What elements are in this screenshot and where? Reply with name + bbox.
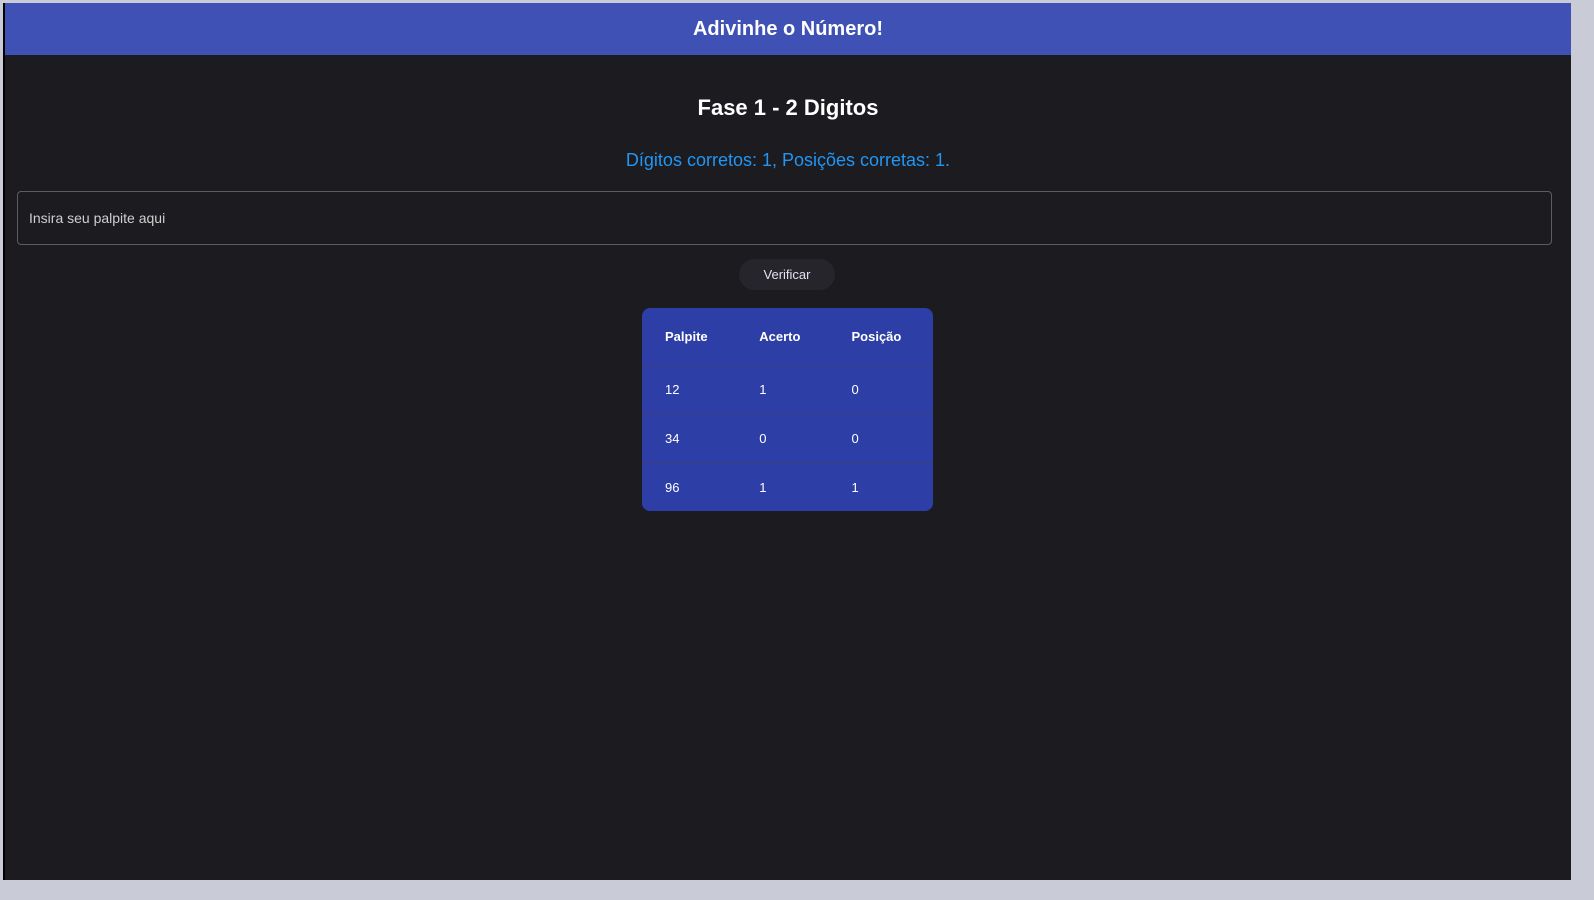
cell-position: 1	[851, 479, 859, 495]
feedback-message: Dígitos corretos: 1, Posições corretas: …	[625, 150, 951, 170]
header-position: Posição	[828, 308, 933, 365]
cell-guess: 12	[642, 364, 737, 414]
table-row: 96 1 1	[642, 463, 933, 512]
table-row: 12 1 0	[642, 364, 933, 414]
phase-title: Fase 1 - 2 Digitos	[697, 95, 879, 120]
cell-guess: 96	[665, 479, 680, 495]
cell-correct: 1	[736, 364, 829, 414]
table-header-row: Palpite Acerto Posição	[642, 308, 933, 365]
app-window: Adivinhe o Número! Fase 1 - 2 Digitos Dí…	[3, 3, 1571, 880]
guess-input[interactable]	[17, 191, 1552, 245]
app-bar: Adivinhe o Número!	[5, 3, 1571, 55]
cell-position: 0	[828, 413, 933, 463]
table-row: 34 0 0	[642, 413, 933, 463]
guess-history-table: Palpite Acerto Posição 12 1 0 34 0 0 96 …	[642, 308, 933, 511]
app-title: Adivinhe o Número!	[692, 17, 883, 40]
header-correct: Acerto	[736, 308, 829, 365]
cell-position: 0	[828, 364, 933, 414]
cell-correct: 0	[736, 413, 829, 463]
verify-button[interactable]: Verificar	[739, 259, 835, 290]
cell-correct: 1	[759, 479, 767, 495]
header-guess: Palpite	[642, 308, 737, 365]
cell-guess: 34	[642, 413, 737, 463]
